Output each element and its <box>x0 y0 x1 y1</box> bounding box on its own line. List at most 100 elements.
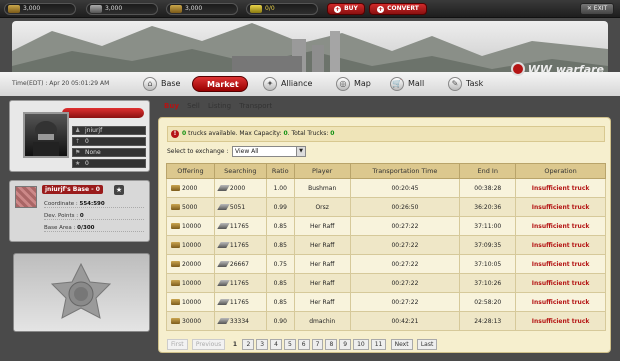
nav-market[interactable]: Market <box>192 76 248 92</box>
transport-time-cell: 00:26:50 <box>349 197 461 217</box>
offering-cell: 20000 <box>166 254 215 274</box>
page-7-button[interactable]: 7 <box>311 339 324 350</box>
table-row: 10000 11765 0.85 Her Raff 00:27:22 37:09:35 In… <box>166 235 606 255</box>
close-icon: ✕ <box>586 5 594 12</box>
end-in-cell: 37:10:26 <box>459 273 517 293</box>
gold-icon <box>171 203 180 210</box>
fuel-icon <box>217 203 230 210</box>
exit-button[interactable]: ✕ EXIT <box>580 3 614 15</box>
end-in-cell: 02:58:20 <box>459 292 517 312</box>
offering-cell: 10000 <box>166 292 215 312</box>
cell-value: 2000 <box>182 184 198 192</box>
player-cell: dmachin <box>293 311 351 331</box>
steel-resource: 3,000 <box>166 3 238 15</box>
fuel-icon <box>90 5 102 13</box>
map-icon: ◎ <box>336 77 350 91</box>
page-10-button[interactable]: 10 <box>353 339 369 350</box>
operation-cell[interactable]: Insufficient truck <box>515 292 606 312</box>
nav-alliance[interactable]: ✦ Alliance <box>263 76 312 92</box>
operation-cell[interactable]: Insufficient truck <box>515 178 606 198</box>
cell-value: 10000 <box>182 279 202 287</box>
rank-medal-panel <box>13 253 150 332</box>
column-header: Searching <box>213 163 267 179</box>
fuel-icon <box>217 298 230 305</box>
player-cell: Her Raff <box>293 254 351 274</box>
page-6-button[interactable]: 6 <box>297 339 310 350</box>
page-4-button[interactable]: 4 <box>270 339 282 350</box>
alliance-icon: ✦ <box>263 77 277 91</box>
medal-icon <box>50 262 112 319</box>
page-5-button[interactable]: 5 <box>283 339 296 350</box>
first-page-button[interactable]: First <box>167 339 188 350</box>
cell-value: 10000 <box>182 241 202 249</box>
base-dev-points: Dev. Points : 0 <box>44 213 144 220</box>
base-area: Base Area : 0/300 <box>44 225 144 232</box>
column-header: Operation <box>515 163 606 179</box>
operation-cell[interactable]: Insufficient truck <box>515 273 606 293</box>
offering-cell: 2000 <box>166 178 215 198</box>
page-1-button[interactable]: 1 <box>229 340 240 351</box>
operation-cell[interactable]: Insufficient truck <box>515 311 606 331</box>
searching-cell: 2000 <box>213 178 267 198</box>
operation-cell[interactable]: Insufficient truck <box>515 216 606 236</box>
tab-sell[interactable]: Sell <box>187 102 200 110</box>
buy-resource-button[interactable]: + BUY <box>327 3 365 15</box>
soldier-portrait <box>33 121 59 156</box>
avatar[interactable] <box>23 112 69 158</box>
nav-base[interactable]: ⌂ Base <box>143 76 180 92</box>
tab-transport[interactable]: Transport <box>239 102 272 110</box>
player-cell: Her Raff <box>293 216 351 236</box>
server-time: Time(EDT) : Apr 20 05:01:29 AM <box>12 80 110 87</box>
base-coordinate: Coordinate : 554:590 <box>44 201 144 208</box>
star-icon: ★ <box>75 160 81 167</box>
previous-page-button[interactable]: Previous <box>191 339 226 350</box>
table-header-row: Offering Searching Ratio Player Transportati… <box>166 163 606 179</box>
player-cell: Her Raff <box>293 273 351 293</box>
operation-cell[interactable]: Insufficient truck <box>515 197 606 217</box>
searching-cell: 11765 <box>213 235 267 255</box>
nav-mall[interactable]: 🛒 Mall <box>390 76 424 92</box>
convert-button[interactable]: + CONVERT <box>369 3 427 15</box>
page-8-button[interactable]: 8 <box>325 339 338 350</box>
next-page-button[interactable]: Next <box>390 339 413 350</box>
page-9-button[interactable]: 9 <box>339 339 352 350</box>
base-name[interactable]: jniurjf's Base - 0 <box>42 185 103 194</box>
star-icon[interactable]: ★ <box>114 185 124 195</box>
tab-listing[interactable]: Listing <box>208 102 231 110</box>
page-3-button[interactable]: 3 <box>256 339 269 350</box>
exchange-select[interactable]: View All ▼ <box>232 146 306 157</box>
page-2-button[interactable]: 2 <box>242 339 255 350</box>
cell-value: 30000 <box>182 317 202 325</box>
player-cell: Orsz <box>293 197 351 217</box>
searching-cell: 11765 <box>213 216 267 236</box>
table-row: 10000 11765 0.85 Her Raff 00:27:22 37:10:26 In… <box>166 273 606 293</box>
operation-cell[interactable]: Insufficient truck <box>515 254 606 274</box>
cell-value: 5051 <box>229 203 246 211</box>
operation-cell[interactable]: Insufficient truck <box>515 235 606 255</box>
transport-time-cell: 00:27:22 <box>349 273 461 293</box>
column-header: Offering <box>166 163 215 179</box>
nav-map[interactable]: ◎ Map <box>336 76 371 92</box>
transport-time-cell: 00:27:22 <box>349 216 461 236</box>
top-resource-bar: 3,000 3,000 3,000 0/0 + BUY + CONVERT ✕ EX… <box>0 0 620 18</box>
nav-task[interactable]: ✎ Task <box>448 76 483 92</box>
profile-header-bar <box>62 108 144 118</box>
table-row: 30000 33334 0.90 dmachin 00:42:21 24:28:13 Ins… <box>166 311 606 331</box>
tab-buy[interactable]: Buy <box>164 102 179 110</box>
offering-cell: 5000 <box>166 197 215 217</box>
offering-cell: 10000 <box>166 216 215 236</box>
cart-icon: 🛒 <box>390 77 404 91</box>
player-cell: Her Raff <box>293 292 351 312</box>
page-11-button[interactable]: 11 <box>370 339 387 350</box>
transport-time-cell: 00:20:45 <box>349 178 461 198</box>
base-thumbnail[interactable] <box>15 186 37 208</box>
gold-icon <box>8 5 20 13</box>
gold-icon <box>171 241 180 248</box>
last-page-button[interactable]: Last <box>416 339 438 350</box>
offers-table: Offering Searching Ratio Player Transportati… <box>166 163 606 331</box>
fuel-icon <box>217 241 230 248</box>
profile-name: ♟ jniurjf <box>72 126 146 135</box>
searching-cell: 26667 <box>213 254 267 274</box>
profile-stat: ↑ 0 <box>72 137 146 146</box>
ratio-cell: 1.00 <box>265 178 295 198</box>
